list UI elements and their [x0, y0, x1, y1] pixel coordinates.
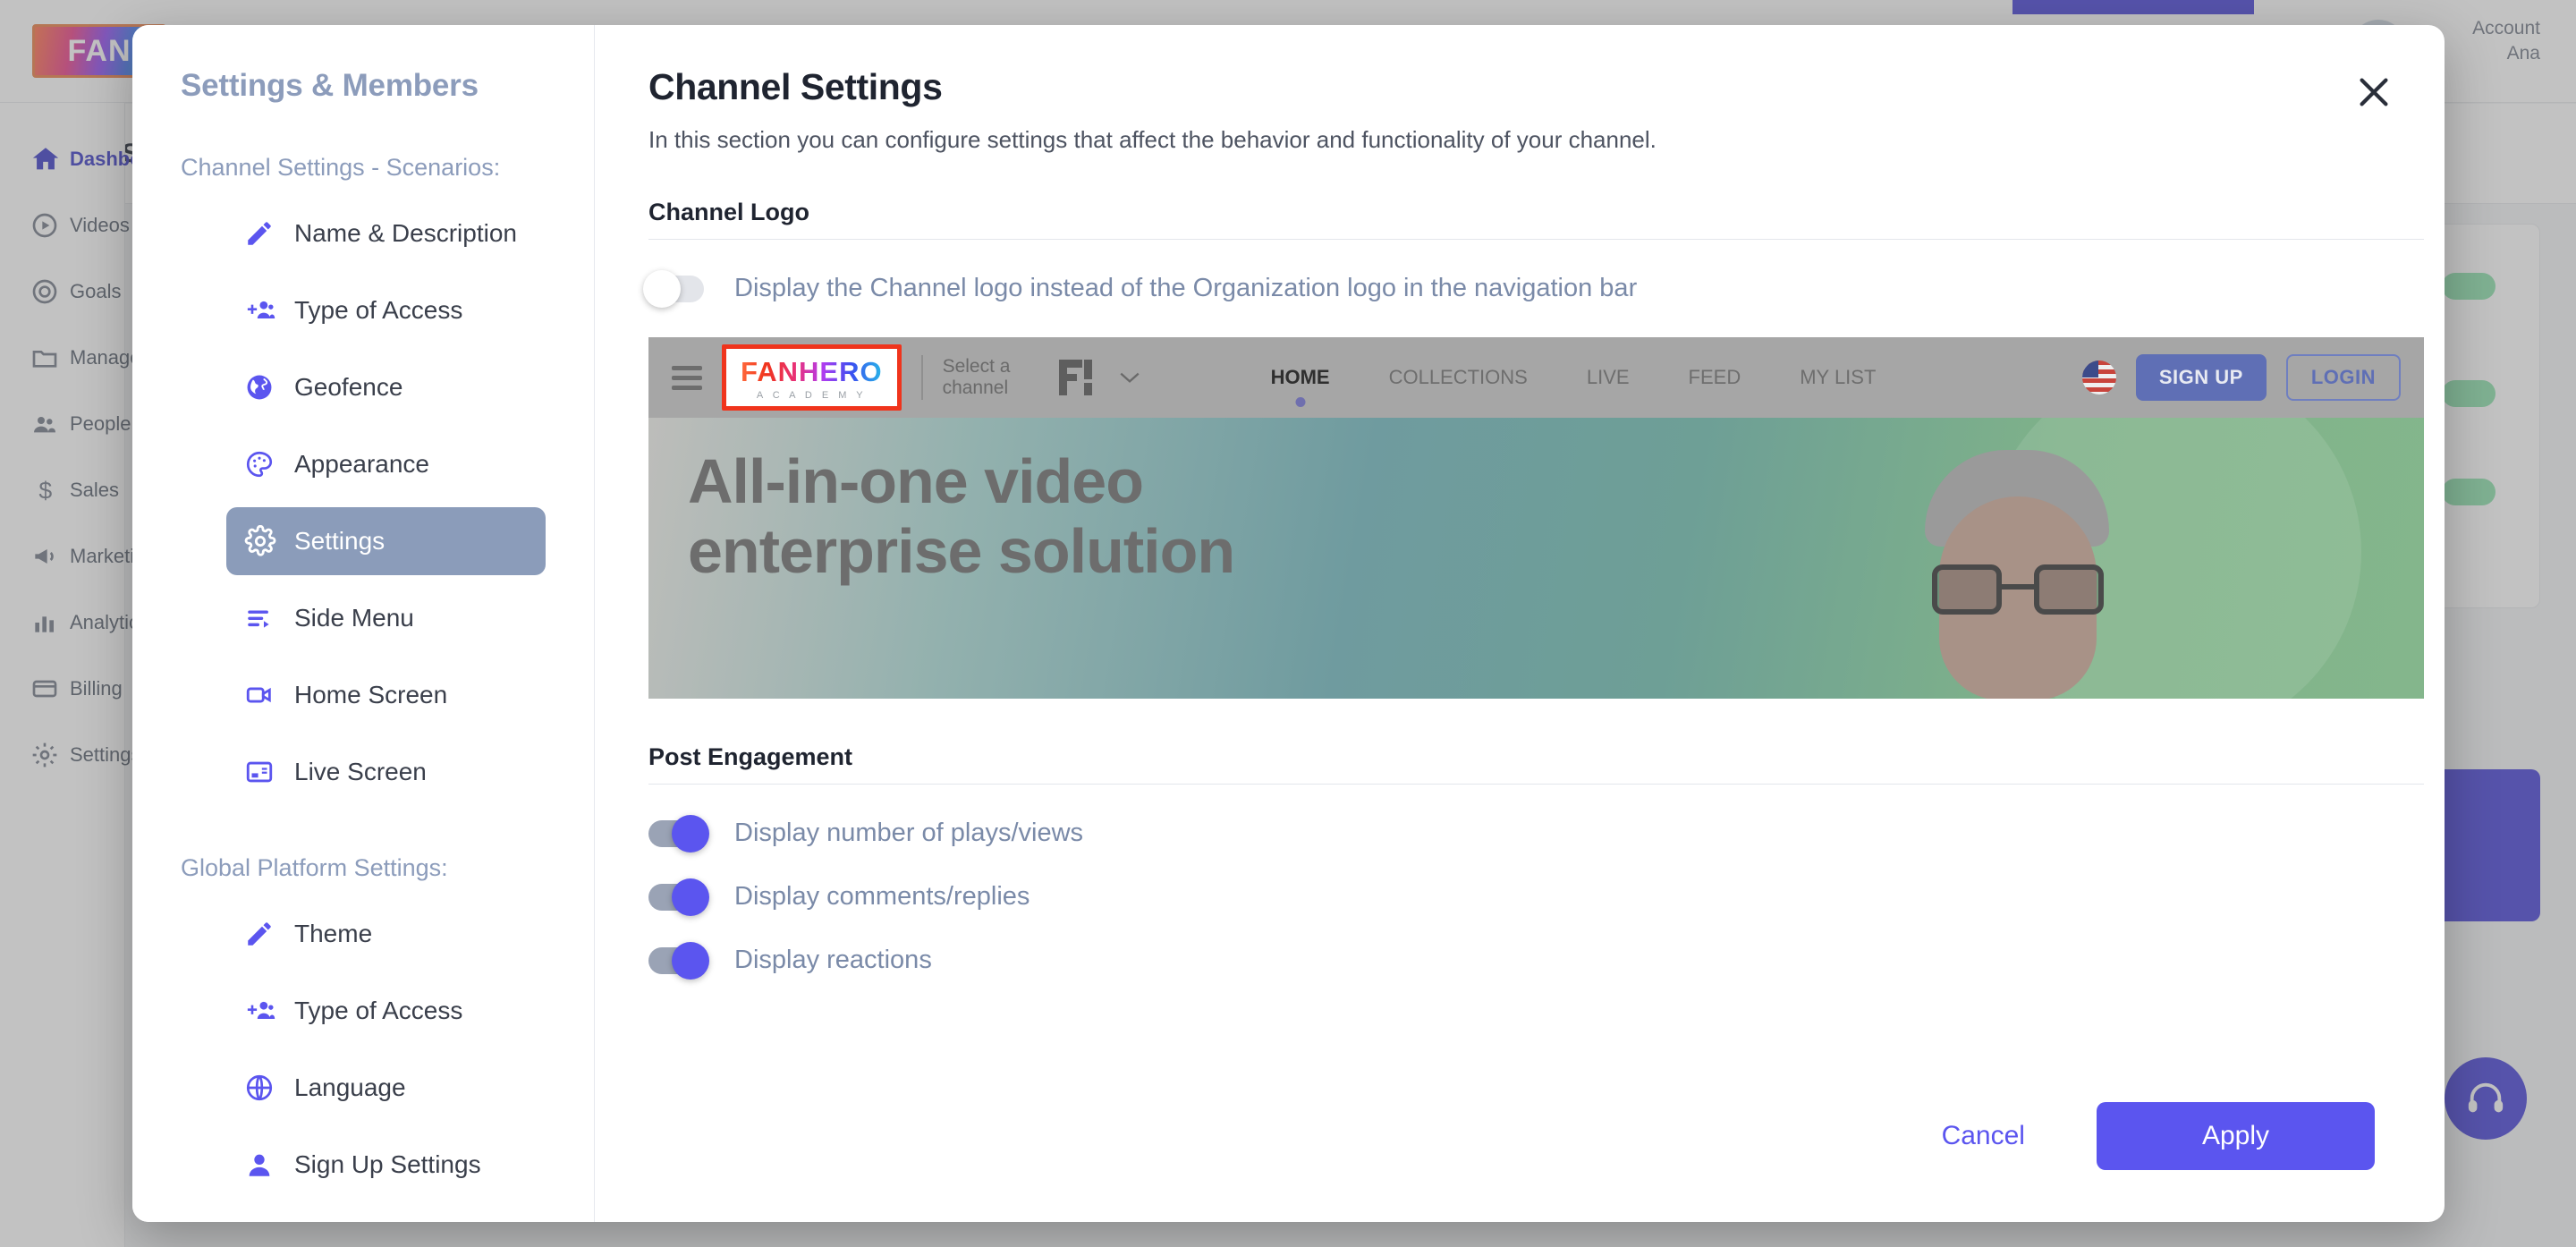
- preview-navigation-bar: FANHERO A C A D E M Y Select a channel H…: [648, 337, 2424, 418]
- nav-group-label-global: Global Platform Settings:: [181, 854, 448, 881]
- channel-logo-toggle-row: Display the Channel logo instead of the …: [643, 269, 2375, 308]
- preview-menu-item-my-list[interactable]: MY LIST: [1800, 366, 1876, 389]
- preview-logo-text: FANHERO: [741, 356, 883, 387]
- comments-replies-toggle-row: Display comments/replies: [648, 878, 2375, 916]
- sidebar-item-label: Type of Access: [294, 997, 463, 1024]
- gear-icon: [244, 525, 294, 557]
- video-camera-icon: [244, 680, 294, 710]
- preview-login-button[interactable]: LOGIN: [2285, 354, 2401, 401]
- select-channel-label[interactable]: Select a channel: [943, 356, 1041, 399]
- sidebar-item-name-description[interactable]: Name & Description: [226, 199, 546, 267]
- hero-person-photo: [1905, 450, 2129, 699]
- sidebar-item-global-type-of-access[interactable]: Type of Access: [226, 977, 546, 1045]
- sidebar-item-sign-up-settings[interactable]: Sign Up Settings: [226, 1131, 546, 1199]
- glasses-icon: [1932, 564, 2104, 615]
- us-flag-icon[interactable]: [2081, 361, 2116, 394]
- pencil-icon: [244, 919, 294, 949]
- sidebar-item-label: Side Menu: [294, 604, 414, 632]
- sidebar-item-appearance[interactable]: Appearance: [226, 430, 546, 498]
- page-title: Channel Settings: [648, 66, 943, 107]
- nav-group-label-channel: Channel Settings - Scenarios:: [181, 154, 501, 181]
- sidebar-item-label: Settings: [294, 527, 386, 555]
- fh-glyph: [1058, 360, 1092, 395]
- hero-headline: All-in-one video enterprise solution: [688, 446, 1235, 587]
- toggle-knob: [643, 269, 681, 308]
- reactions-toggle-label: Display reactions: [734, 946, 932, 974]
- preview-signup-button[interactable]: SIGN UP: [2135, 354, 2267, 401]
- page-subtitle: In this section you can configure settin…: [648, 126, 1657, 153]
- add-person-icon: [244, 295, 294, 326]
- divider: [648, 239, 2424, 240]
- channel-settings-modal: Settings & Members Channel Settings - Sc…: [132, 25, 2445, 1222]
- channel-logo-toggle-label: Display the Channel logo instead of the …: [734, 274, 1638, 302]
- live-screen-icon: [244, 757, 294, 787]
- sidebar-item-language[interactable]: Language: [226, 1054, 546, 1122]
- apply-button[interactable]: Apply: [2096, 1102, 2375, 1170]
- pencil-icon: [244, 218, 294, 249]
- comments-replies-toggle-label: Display comments/replies: [734, 882, 1030, 911]
- sidebar-item-label: Type of Access: [294, 296, 463, 324]
- sidebar-item-side-menu[interactable]: Side Menu: [226, 584, 546, 652]
- modal-footer: Cancel Apply: [1924, 1102, 2375, 1170]
- sidebar-item-type-of-access[interactable]: Type of Access: [226, 276, 546, 344]
- close-icon[interactable]: [2350, 68, 2398, 116]
- preview-menu-item-feed[interactable]: FEED: [1689, 366, 1741, 389]
- preview-menu-item-live[interactable]: LIVE: [1587, 366, 1630, 389]
- preview-menu: HOME COLLECTIONS LIVE FEED MY LIST: [1271, 366, 1877, 389]
- sidebar-item-label: Name & Description: [294, 219, 517, 247]
- preview-menu-item-collections[interactable]: COLLECTIONS: [1389, 366, 1528, 389]
- side-menu-icon: [244, 603, 294, 633]
- channel-settings-content: Channel Settings In this section you can…: [595, 25, 2445, 1222]
- chevron-down-icon[interactable]: [1118, 370, 1141, 385]
- globe-icon: [244, 372, 294, 403]
- globe-icon: [244, 1073, 294, 1103]
- sidebar-item-label: Language: [294, 1073, 406, 1101]
- add-person-icon: [244, 996, 294, 1026]
- preview-menu-item-home[interactable]: HOME: [1271, 366, 1330, 389]
- plays-views-toggle[interactable]: [648, 814, 709, 853]
- preview-nav-actions: SIGN UP LOGIN: [2081, 354, 2401, 401]
- sidebar-item-live-screen[interactable]: Live Screen: [226, 738, 546, 806]
- sidebar-item-label: Sign Up Settings: [294, 1150, 481, 1178]
- toggle-knob: [672, 878, 709, 916]
- divider: [920, 355, 923, 400]
- preview-logo-subtext: A C A D E M Y: [756, 390, 867, 401]
- sidebar-item-label: Home Screen: [294, 681, 448, 708]
- channel-preview: FANHERO A C A D E M Y Select a channel H…: [648, 337, 2424, 699]
- settings-panel-title: Settings & Members: [181, 68, 479, 103]
- settings-nav-panel: Settings & Members Channel Settings - Sc…: [132, 25, 595, 1222]
- reactions-toggle-row: Display reactions: [648, 941, 2375, 980]
- sidebar-item-home-screen[interactable]: Home Screen: [226, 661, 546, 729]
- channel-logo-toggle[interactable]: [643, 269, 704, 308]
- toggle-knob: [672, 814, 709, 853]
- section-title-channel-logo: Channel Logo: [648, 199, 809, 225]
- sidebar-item-geofence[interactable]: Geofence: [226, 353, 546, 421]
- channel-logo-highlight[interactable]: FANHERO A C A D E M Y: [722, 344, 902, 411]
- cancel-button[interactable]: Cancel: [1924, 1112, 2043, 1160]
- divider: [648, 784, 2424, 785]
- plays-views-toggle-row: Display number of plays/views: [648, 814, 2375, 853]
- plays-views-toggle-label: Display number of plays/views: [734, 819, 1084, 847]
- hero-headline-line1: All-in-one video: [688, 446, 1144, 516]
- person-icon: [244, 1149, 294, 1180]
- nav-divider-gap: [132, 815, 594, 854]
- fanhero-mark-icon: [1057, 356, 1098, 399]
- sidebar-item-label: Theme: [294, 920, 373, 947]
- palette-icon: [244, 449, 294, 479]
- sidebar-item-settings[interactable]: Settings: [226, 507, 546, 575]
- toggle-knob: [672, 941, 709, 980]
- comments-replies-toggle[interactable]: [648, 878, 709, 916]
- hero-headline-line2: enterprise solution: [688, 516, 1235, 587]
- sidebar-item-label: Appearance: [294, 450, 430, 478]
- reactions-toggle[interactable]: [648, 941, 709, 980]
- sidebar-item-label: Live Screen: [294, 758, 427, 785]
- hamburger-icon[interactable]: [672, 361, 702, 395]
- section-title-post-engagement: Post Engagement: [648, 743, 853, 770]
- sidebar-item-theme[interactable]: Theme: [226, 900, 546, 968]
- sidebar-item-label: Geofence: [294, 373, 403, 401]
- preview-hero-banner: All-in-one video enterprise solution: [648, 418, 2424, 699]
